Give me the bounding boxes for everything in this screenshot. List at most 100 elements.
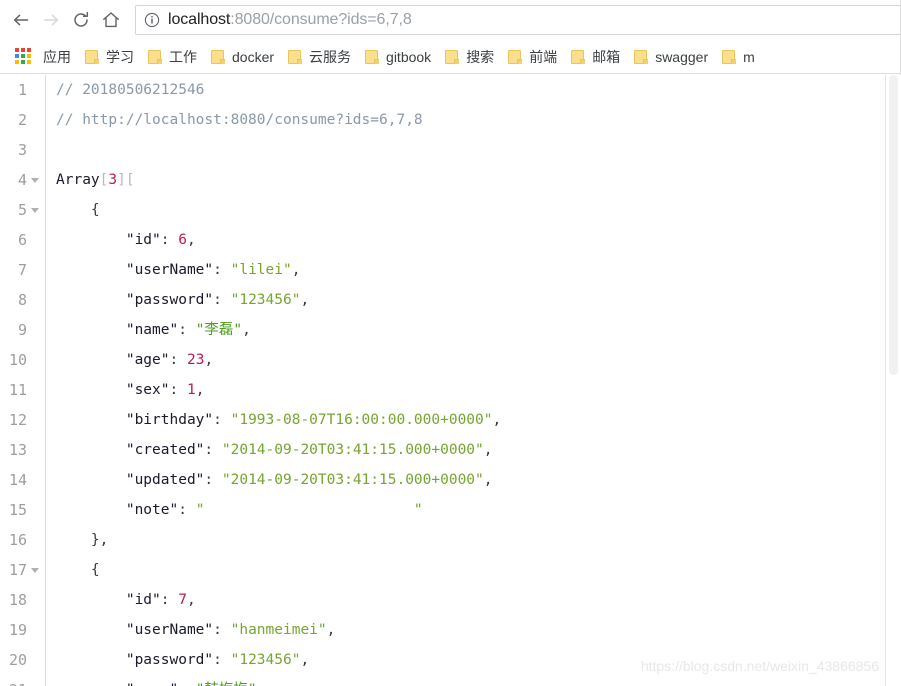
- token-punct: :: [169, 382, 187, 398]
- bookmark-item-云服务[interactable]: 云服务: [281, 44, 358, 70]
- folder-icon: [445, 49, 460, 64]
- token-key: "sex": [56, 382, 170, 398]
- token-punct: :: [213, 292, 231, 308]
- code-line: "sex": 1,: [56, 375, 901, 405]
- bookmark-item-前端[interactable]: 前端: [501, 44, 564, 70]
- line-number: 16: [8, 531, 27, 549]
- token-punct: {: [56, 202, 100, 218]
- collapse-triangle-icon[interactable]: [27, 567, 43, 573]
- bookmark-item-应用[interactable]: 应用: [4, 44, 78, 70]
- token-brk: ]: [117, 172, 126, 188]
- gutter-row: 1: [0, 75, 45, 105]
- token-punct: ,: [195, 382, 205, 398]
- bookmark-item-工作[interactable]: 工作: [141, 44, 204, 70]
- line-number: 15: [8, 501, 27, 519]
- url-host: localhost: [168, 11, 231, 28]
- forward-arrow-icon: [43, 14, 59, 26]
- gutter-row: 16: [0, 525, 45, 555]
- bookmark-item-swagger[interactable]: swagger: [627, 46, 715, 68]
- code-line: {: [56, 195, 901, 225]
- gutter-row: 11: [0, 375, 45, 405]
- token-str: "123456": [230, 652, 301, 668]
- token-punct: :: [204, 442, 222, 458]
- reload-button[interactable]: [66, 5, 96, 35]
- vertical-scrollbar[interactable]: [885, 75, 901, 686]
- line-number: 8: [17, 291, 27, 309]
- token-punct: ,: [257, 682, 266, 686]
- gutter-row: 13: [0, 435, 45, 465]
- code-line: "password": "123456",: [56, 645, 901, 675]
- gutter-row: 12: [0, 405, 45, 435]
- token-punct: :: [178, 682, 195, 686]
- folder-icon: [634, 49, 649, 64]
- collapse-triangle-icon[interactable]: [27, 177, 43, 183]
- scrollbar-thumb[interactable]: [889, 75, 898, 375]
- line-number: 20: [8, 651, 27, 669]
- token-punct: :: [178, 322, 196, 338]
- code-line: {: [56, 555, 901, 585]
- bookmark-item-搜索[interactable]: 搜索: [438, 44, 501, 70]
- token-key: "note": [56, 502, 179, 518]
- token-punct: ,: [186, 232, 196, 248]
- bookmark-item-学习[interactable]: 学习: [78, 44, 141, 70]
- forward-button[interactable]: [36, 5, 66, 35]
- token-punct: {: [56, 562, 100, 578]
- address-bar[interactable]: localhost:8080/consume?ids=6,7,8: [135, 5, 901, 35]
- token-punct: :: [178, 502, 196, 518]
- code-content[interactable]: // 20180506212546 // http://localhost:808…: [46, 75, 901, 686]
- token-key: "password": [56, 652, 214, 668]
- code-line: "userName": "lilei",: [56, 255, 901, 285]
- line-number: 14: [8, 471, 27, 489]
- bookmark-label: 邮箱: [592, 48, 621, 65]
- code-line: "id": 7,: [56, 585, 901, 615]
- code-line: // 20180506212546: [56, 75, 901, 105]
- folder-icon: [148, 49, 162, 64]
- bookmark-item-docker[interactable]: docker: [204, 46, 281, 68]
- token-key: "updated": [56, 472, 205, 488]
- line-number: 13: [8, 441, 27, 459]
- code-line: "age": 23,: [56, 345, 901, 375]
- gutter-row: 18: [0, 585, 45, 615]
- gutter-row: 6: [0, 225, 45, 255]
- folder-icon: [211, 49, 225, 64]
- line-number: 19: [8, 621, 27, 639]
- token-key: "name": [56, 682, 178, 686]
- home-button[interactable]: [96, 5, 126, 35]
- gutter-row: 5: [0, 195, 45, 225]
- token-punct: ,: [291, 262, 301, 278]
- bookmark-item-m[interactable]: m: [715, 46, 762, 68]
- bookmark-label: 应用: [43, 48, 71, 65]
- token-punct: ,: [492, 412, 502, 428]
- line-number: 4: [17, 171, 27, 189]
- info-circle-icon[interactable]: [144, 12, 160, 28]
- collapse-triangle-icon[interactable]: [27, 207, 43, 213]
- token-key: "password": [56, 292, 214, 308]
- token-key: "userName": [56, 622, 214, 638]
- token-comment: // http://localhost:8080/consume?ids=6,7…: [56, 112, 423, 128]
- home-icon: [103, 12, 119, 28]
- gutter-row: 8: [0, 285, 45, 315]
- code-line: "name": "李磊",: [56, 315, 901, 345]
- back-button[interactable]: [6, 5, 36, 35]
- url-text: localhost:8080/consume?ids=6,7,8: [168, 11, 412, 29]
- token-punct: },: [56, 532, 109, 548]
- bookmark-item-邮箱[interactable]: 邮箱: [564, 44, 627, 70]
- token-str: "lilei": [230, 262, 292, 278]
- token-punct: ,: [204, 352, 214, 368]
- token-punct: ,: [326, 622, 336, 638]
- token-num: 7: [178, 592, 187, 608]
- bookmark-label: 工作: [169, 48, 197, 65]
- line-number: 7: [17, 261, 27, 279]
- json-viewer: 123456789101112131415161718192021 // 201…: [0, 75, 901, 686]
- line-number: 5: [17, 201, 27, 219]
- token-punct: ,: [186, 592, 196, 608]
- bookmark-item-gitbook[interactable]: gitbook: [358, 46, 438, 68]
- bookmark-label: m: [743, 48, 755, 65]
- token-punct: :: [160, 592, 179, 608]
- code-area: 123456789101112131415161718192021 // 201…: [0, 75, 901, 686]
- bookmark-label: swagger: [655, 48, 709, 65]
- bookmark-label: gitbook: [386, 48, 432, 65]
- token-punct: ,: [483, 472, 493, 488]
- code-line: // http://localhost:8080/consume?ids=6,7…: [56, 105, 901, 135]
